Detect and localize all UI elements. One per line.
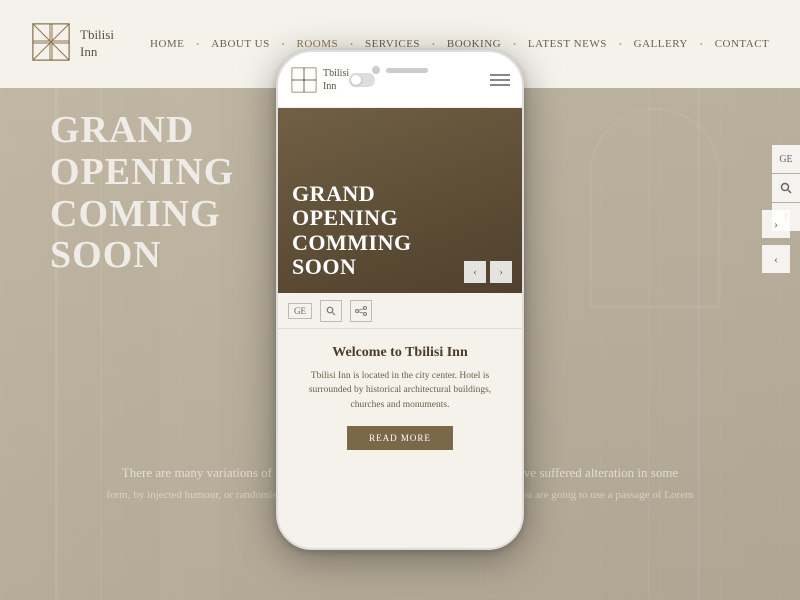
mobile-lang-badge[interactable]: GE xyxy=(288,303,312,319)
nav-dot-1: • xyxy=(194,40,201,49)
phone-speaker xyxy=(386,68,428,73)
desktop-hero-text: GRAND OPENING COMING SOON xyxy=(50,110,234,277)
mobile-read-more-button[interactable]: READ MORE xyxy=(347,426,453,450)
search-icon xyxy=(780,182,792,194)
mobile-toggle[interactable] xyxy=(349,73,375,87)
nav-gallery[interactable]: GALLERY xyxy=(624,38,698,50)
menu-bar-1 xyxy=(490,74,510,76)
mobile-welcome-title: Welcome to Tbilisi Inn xyxy=(292,345,508,361)
logo[interactable]: Tbilisi Inn xyxy=(30,21,140,68)
mobile-toolbar: GE xyxy=(278,293,522,329)
logo-icon xyxy=(30,21,72,68)
mobile-hero-text: GRAND OPENING COMMING SOON xyxy=(292,182,412,279)
nav-booking[interactable]: BOOKING xyxy=(437,38,511,50)
mobile-hero-arrows: ‹ › xyxy=(464,261,512,283)
desktop-nav: HOME • ABOUT US • ROOMS • SERVICES • BOO… xyxy=(140,38,779,50)
nav-contact[interactable]: CONTACT xyxy=(705,38,780,50)
hero-prev-arrow[interactable]: ‹ xyxy=(762,245,790,273)
hero-next-arrow[interactable]: › xyxy=(762,210,790,238)
search-btn[interactable] xyxy=(772,174,800,202)
nav-news[interactable]: LATEST NEWS xyxy=(518,38,617,50)
nav-dot-4: • xyxy=(430,40,437,49)
menu-bar-2 xyxy=(490,79,510,81)
nav-dot-7: • xyxy=(698,40,705,49)
mobile-search-icon[interactable] xyxy=(320,300,342,322)
mobile-next-arrow[interactable]: › xyxy=(490,261,512,283)
mobile-header: Tbilisi Inn xyxy=(278,52,522,108)
phone-mockup: Tbilisi Inn GRAND OPENING COMMING SOON xyxy=(276,50,524,550)
mobile-hero: GRAND OPENING COMMING SOON ‹ › xyxy=(278,108,522,293)
mobile-logo-icon xyxy=(290,66,318,94)
mobile-share-icon[interactable] xyxy=(350,300,372,322)
logo-text: Tbilisi Inn xyxy=(80,27,114,61)
mobile-welcome-section: Welcome to Tbilisi Inn Tbilisi Inn is lo… xyxy=(278,329,522,462)
phone-top-bar xyxy=(372,66,428,74)
phone-screen: Tbilisi Inn GRAND OPENING COMMING SOON xyxy=(278,52,522,548)
phone-camera xyxy=(372,66,380,74)
nav-dot-3: • xyxy=(348,40,355,49)
nav-services[interactable]: SERVICES xyxy=(355,38,430,50)
nav-home[interactable]: HOME xyxy=(140,38,194,50)
menu-bar-3 xyxy=(490,84,510,86)
mobile-menu-button[interactable] xyxy=(490,74,510,86)
nav-dot-6: • xyxy=(617,40,624,49)
nav-about[interactable]: ABOUT US xyxy=(201,38,280,50)
mobile-logo-text: Tbilisi Inn xyxy=(323,67,349,93)
phone-shell: Tbilisi Inn GRAND OPENING COMMING SOON xyxy=(276,50,524,550)
mobile-welcome-text: Tbilisi Inn is located in the city cente… xyxy=(292,369,508,412)
nav-dot-2: • xyxy=(280,40,287,49)
mobile-prev-arrow[interactable]: ‹ xyxy=(464,261,486,283)
nav-dot-5: • xyxy=(511,40,518,49)
lang-btn[interactable]: GE xyxy=(772,145,800,173)
nav-rooms[interactable]: ROOMS xyxy=(287,38,349,50)
